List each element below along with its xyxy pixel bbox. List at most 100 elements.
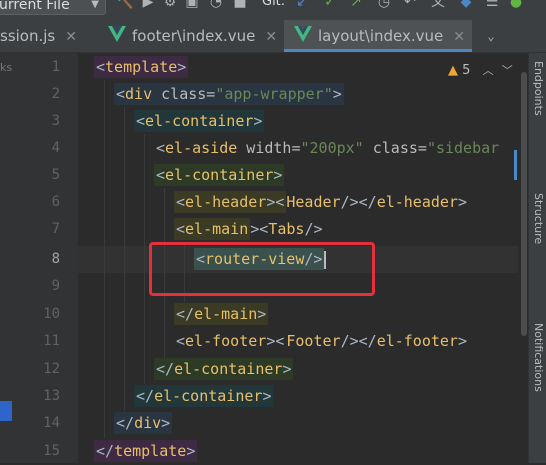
tag-el-container-close: </el-container> bbox=[154, 358, 294, 380]
tag-name: el-aside bbox=[165, 139, 238, 157]
indent-guide bbox=[104, 80, 105, 438]
line-number: 2 bbox=[51, 86, 60, 102]
tool-window-notifications[interactable]: Notifications bbox=[532, 323, 545, 392]
line-number-current: 8 bbox=[51, 251, 60, 267]
tab-footer-index-vue[interactable]: footer\index.vue ✕ bbox=[100, 20, 282, 52]
tag-bracket: /></ bbox=[340, 332, 377, 350]
tag-bracket: > bbox=[457, 193, 467, 211]
indent-guide bbox=[124, 107, 125, 411]
run-icon[interactable]: ▶ bbox=[140, 0, 156, 10]
tag-name: el-container bbox=[145, 112, 254, 130]
tag-name: el-container bbox=[174, 360, 283, 378]
tag-bracket: < bbox=[136, 112, 146, 130]
code-line-2: <div class="app-wrapper"> bbox=[114, 81, 344, 108]
plugin-icon[interactable]: ● bbox=[508, 0, 524, 10]
git-commit-icon[interactable]: ✓ bbox=[322, 0, 338, 10]
tag-el-container-open: <el-container> bbox=[154, 164, 285, 186]
line-number: 3 bbox=[51, 113, 60, 129]
chevron-up-icon[interactable]: ︿ bbox=[483, 64, 494, 77]
tag-div-open: <div class="app-wrapper"> bbox=[114, 83, 344, 105]
top-toolbar: urrent File ▼ 🔨 ▶ ⚙ ▣ ◔ ■ Git: ↙ ✓ ↗ ◷ ↶… bbox=[0, 0, 546, 20]
tag-bracket: </ bbox=[176, 305, 195, 323]
chevron-down-icon[interactable]: ﹀ bbox=[502, 64, 513, 77]
debug-icon[interactable]: ⚙ bbox=[162, 0, 178, 10]
tag-div-close: </div> bbox=[114, 412, 173, 434]
tag-template-close: </template> bbox=[94, 440, 198, 462]
tag-bracket: >< bbox=[266, 332, 285, 350]
inspection-widget[interactable]: ▲ 5 ︿ ﹀ bbox=[448, 62, 513, 78]
git-push-icon[interactable]: ↗ bbox=[348, 0, 364, 10]
tag-bracket: > bbox=[457, 332, 467, 350]
code-line-1: <template> bbox=[94, 54, 189, 81]
tag-bracket: >< bbox=[266, 193, 285, 211]
tag-bracket: </ bbox=[156, 360, 175, 378]
attribute-value: "sidebar bbox=[426, 139, 500, 157]
tag-el-main-open: <el-main bbox=[174, 218, 251, 240]
line-number: 5 bbox=[51, 167, 60, 183]
run-configuration-label: urrent File bbox=[0, 0, 70, 13]
tag-name: template bbox=[114, 442, 187, 460]
chevron-down-icon: ▼ bbox=[91, 0, 99, 10]
attribute-value: "200px" bbox=[300, 139, 364, 157]
line-number: 6 bbox=[51, 194, 60, 210]
indent-guide bbox=[144, 134, 145, 384]
coverage-icon[interactable]: ▣ bbox=[184, 0, 200, 10]
tag-el-main-close: </el-main> bbox=[174, 303, 269, 325]
line-number: 9 bbox=[51, 278, 60, 294]
close-icon[interactable]: ✕ bbox=[265, 29, 277, 45]
project-tool-label[interactable]: ks bbox=[0, 61, 12, 74]
tab-layout-index-vue[interactable]: layout\index.vue ✕ bbox=[284, 20, 472, 52]
tab-label: footer\index.vue bbox=[132, 27, 256, 45]
close-icon[interactable]: ✕ bbox=[453, 29, 465, 45]
git-update-icon[interactable]: ↙ bbox=[294, 0, 310, 10]
tag-bracket: < bbox=[96, 58, 106, 76]
annotation-highlight-box bbox=[149, 242, 375, 296]
attribute-name: class= bbox=[363, 139, 427, 157]
tab-label: ssion.js bbox=[0, 27, 56, 45]
tag-name: div bbox=[134, 414, 162, 432]
tag-bracket: < bbox=[176, 332, 186, 350]
rollback-icon[interactable]: ↶ bbox=[402, 0, 418, 10]
component-name: Tabs bbox=[268, 220, 305, 238]
notifications-icon[interactable]: ☰ bbox=[484, 0, 500, 10]
build-icon[interactable]: 🔨 bbox=[116, 0, 133, 10]
tag-bracket: >< bbox=[250, 220, 269, 238]
stop-icon[interactable]: ■ bbox=[232, 0, 248, 10]
code-line-12: </el-container> bbox=[154, 356, 294, 383]
line-number: 4 bbox=[51, 140, 60, 156]
profiler-icon[interactable]: ◔ bbox=[208, 0, 224, 10]
line-number: 7 bbox=[51, 221, 60, 237]
scrollbar-thumb[interactable] bbox=[521, 72, 527, 336]
run-configuration-selector[interactable]: urrent File ▼ bbox=[0, 0, 106, 15]
tag-bracket: > bbox=[177, 58, 187, 76]
translate-icon[interactable]: 文 bbox=[430, 0, 446, 10]
tag-bracket: > bbox=[273, 166, 283, 184]
tab-list-dropdown-icon[interactable]: ⌄ bbox=[480, 20, 502, 52]
history-icon[interactable]: ◷ bbox=[376, 0, 392, 10]
tab-label: layout\index.vue bbox=[318, 27, 444, 45]
settings-icon[interactable]: ◆ bbox=[458, 0, 474, 10]
tag-name: el-container bbox=[154, 387, 263, 405]
code-line-3: <el-container> bbox=[134, 108, 265, 135]
tag-el-container-open: <el-container> bbox=[134, 110, 265, 132]
close-icon[interactable]: ✕ bbox=[65, 29, 77, 45]
attribute-name: width= bbox=[237, 139, 301, 157]
tag-el-container-close: </el-container> bbox=[134, 385, 274, 407]
line-number: 13 bbox=[43, 388, 60, 404]
tag-bracket: /> bbox=[304, 220, 323, 238]
line-number: 11 bbox=[43, 333, 60, 349]
selected-tool-marker bbox=[0, 401, 12, 421]
tool-window-structure[interactable]: Structure bbox=[532, 193, 545, 244]
tag-name: el-main bbox=[194, 305, 258, 323]
line-number: 14 bbox=[43, 415, 60, 431]
tag-bracket: /></ bbox=[340, 193, 377, 211]
code-line-5: <el-container> bbox=[154, 162, 285, 189]
tag-name: el-header bbox=[376, 193, 458, 211]
warning-count: 5 bbox=[462, 63, 471, 78]
attribute-name: class= bbox=[152, 85, 216, 103]
tag-bracket: > bbox=[161, 414, 171, 432]
tag-name: el-header bbox=[185, 193, 267, 211]
tab-permission-js[interactable]: ssion.js ✕ bbox=[0, 20, 98, 52]
tool-window-endpoints[interactable]: Endpoints bbox=[532, 61, 545, 116]
code-line-6: <el-header>< Header/></el-header> bbox=[174, 189, 467, 216]
